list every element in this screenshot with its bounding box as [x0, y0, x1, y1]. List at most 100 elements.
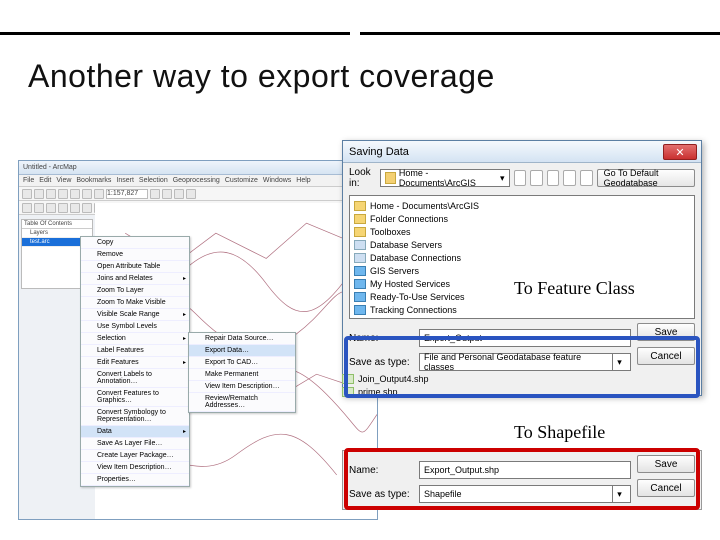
ctx-label-features[interactable]: Label Features	[81, 345, 189, 357]
menu-view[interactable]: View	[56, 177, 71, 184]
menu-help[interactable]: Help	[296, 177, 310, 184]
database-server-icon	[354, 240, 366, 250]
slide-title: Another way to export coverage	[28, 58, 495, 95]
tool-button[interactable]	[46, 203, 56, 213]
tool-button[interactable]	[58, 203, 68, 213]
slide-top-rule	[0, 32, 720, 35]
tool-button[interactable]	[58, 189, 68, 199]
tool-button[interactable]	[70, 203, 80, 213]
close-button[interactable]: ✕	[663, 144, 697, 160]
data-submenu[interactable]: Repair Data Source… Export Data… Export …	[188, 332, 296, 413]
ctx-convert-labels[interactable]: Convert Labels to Annotation…	[81, 369, 189, 388]
lookin-dropdown[interactable]: Home - Documents\ArcGIS ▾	[380, 169, 510, 187]
go-to-default-geodatabase-button[interactable]: Go To Default Geodatabase	[597, 169, 695, 187]
home-folder-icon	[385, 172, 396, 184]
sub-view-item-description[interactable]: View Item Description…	[189, 381, 295, 393]
ctx-remove[interactable]: Remove	[81, 249, 189, 261]
chevron-right-icon: ▸	[183, 275, 186, 282]
menu-selection[interactable]: Selection	[139, 177, 168, 184]
chevron-right-icon: ▸	[183, 335, 186, 342]
ctx-open-attribute-table[interactable]: Open Attribute Table	[81, 261, 189, 273]
tool-button[interactable]	[70, 189, 80, 199]
annotation-featureclass: To Feature Class	[514, 278, 635, 299]
tool-button[interactable]	[34, 189, 44, 199]
ctx-use-symbol-levels[interactable]: Use Symbol Levels	[81, 321, 189, 333]
list-item: Database Servers	[354, 238, 690, 251]
ctx-edit-features[interactable]: Edit Features▸	[81, 357, 189, 369]
menu-geoprocessing[interactable]: Geoprocessing	[173, 177, 220, 184]
toolbox-icon	[354, 227, 366, 237]
ctx-visible-scale-range[interactable]: Visible Scale Range▸	[81, 309, 189, 321]
gis-server-icon	[354, 266, 366, 276]
folder-icon	[354, 214, 366, 224]
arcmap-titlebar: Untitled - ArcMap	[19, 161, 377, 175]
arcmap-menubar: File Edit View Bookmarks Insert Selectio…	[19, 175, 377, 187]
lookin-value: Home - Documents\ArcGIS	[399, 168, 500, 188]
menu-insert[interactable]: Insert	[116, 177, 134, 184]
list-item: Tracking Connections	[354, 303, 690, 316]
ctx-properties[interactable]: Properties…	[81, 474, 189, 486]
menu-windows[interactable]: Windows	[263, 177, 291, 184]
arcmap-toolbar-1: 1:157,827	[19, 187, 377, 201]
folder-listing[interactable]: Home - Documents\ArcGIS Folder Connectio…	[349, 195, 695, 319]
menu-file[interactable]: File	[23, 177, 34, 184]
chevron-right-icon: ▸	[183, 359, 186, 366]
tool-button[interactable]	[150, 189, 160, 199]
callout-shapefile	[344, 448, 700, 510]
sub-make-permanent[interactable]: Make Permanent	[189, 369, 295, 381]
list-item: GIS Servers	[354, 264, 690, 277]
up-folder-icon[interactable]	[514, 170, 527, 186]
annotation-shapefile: To Shapefile	[514, 422, 605, 443]
tool-button[interactable]	[82, 189, 92, 199]
chevron-right-icon: ▸	[183, 428, 186, 435]
menu-customize[interactable]: Customize	[225, 177, 258, 184]
tool-button[interactable]	[46, 189, 56, 199]
chevron-down-icon: ▾	[500, 173, 505, 184]
tracking-connections-icon	[354, 305, 366, 315]
sub-export-to-cad[interactable]: Export To CAD…	[189, 357, 295, 369]
ctx-copy[interactable]: Copy	[81, 237, 189, 249]
stage: Untitled - ArcMap File Edit View Bookmar…	[18, 140, 702, 520]
database-connection-icon	[354, 253, 366, 263]
ctx-joins-relates[interactable]: Joins and Relates▸	[81, 273, 189, 285]
ctx-view-item-description[interactable]: View Item Description…	[81, 462, 189, 474]
tool-button[interactable]	[22, 203, 32, 213]
ctx-create-layer-package[interactable]: Create Layer Package…	[81, 450, 189, 462]
close-icon: ✕	[675, 146, 684, 159]
tool-button[interactable]	[94, 189, 104, 199]
details-view-icon[interactable]	[563, 170, 576, 186]
tool-button[interactable]	[34, 203, 44, 213]
tool-button[interactable]	[186, 189, 196, 199]
home-icon[interactable]	[530, 170, 543, 186]
list-item: Database Connections	[354, 251, 690, 264]
list-item: Folder Connections	[354, 212, 690, 225]
ctx-save-as-layer-file[interactable]: Save As Layer File…	[81, 438, 189, 450]
hosted-services-icon	[354, 279, 366, 289]
sub-review-rematch[interactable]: Review/Rematch Addresses…	[189, 393, 295, 412]
tool-button[interactable]	[174, 189, 184, 199]
toc-header: Table Of Contents	[22, 220, 92, 229]
sub-export-data[interactable]: Export Data…	[189, 345, 295, 357]
ctx-selection[interactable]: Selection▸	[81, 333, 189, 345]
ctx-zoom-make-visible[interactable]: Zoom To Make Visible	[81, 297, 189, 309]
list-view-icon[interactable]	[547, 170, 560, 186]
scale-field[interactable]: 1:157,827	[106, 189, 148, 199]
ctx-data[interactable]: Data▸	[81, 426, 189, 438]
ctx-zoom-to-layer[interactable]: Zoom To Layer	[81, 285, 189, 297]
tool-button[interactable]	[82, 203, 92, 213]
layer-context-menu[interactable]: Copy Remove Open Attribute Table Joins a…	[80, 236, 190, 487]
chevron-right-icon: ▸	[183, 311, 186, 318]
tool-button[interactable]	[22, 189, 32, 199]
tool-button[interactable]	[162, 189, 172, 199]
new-folder-icon[interactable]	[580, 170, 593, 186]
sub-repair-data-source[interactable]: Repair Data Source…	[189, 333, 295, 345]
lookin-label: Look in:	[349, 167, 376, 189]
ready-to-use-icon	[354, 292, 366, 302]
ctx-convert-symbology[interactable]: Convert Symbology to Representation…	[81, 407, 189, 426]
list-item: Toolboxes	[354, 225, 690, 238]
callout-featureclass	[344, 336, 700, 398]
menu-bookmarks[interactable]: Bookmarks	[76, 177, 111, 184]
dialog-title-text: Saving Data	[349, 146, 409, 158]
menu-edit[interactable]: Edit	[39, 177, 51, 184]
ctx-convert-features-graphics[interactable]: Convert Features to Graphics…	[81, 388, 189, 407]
